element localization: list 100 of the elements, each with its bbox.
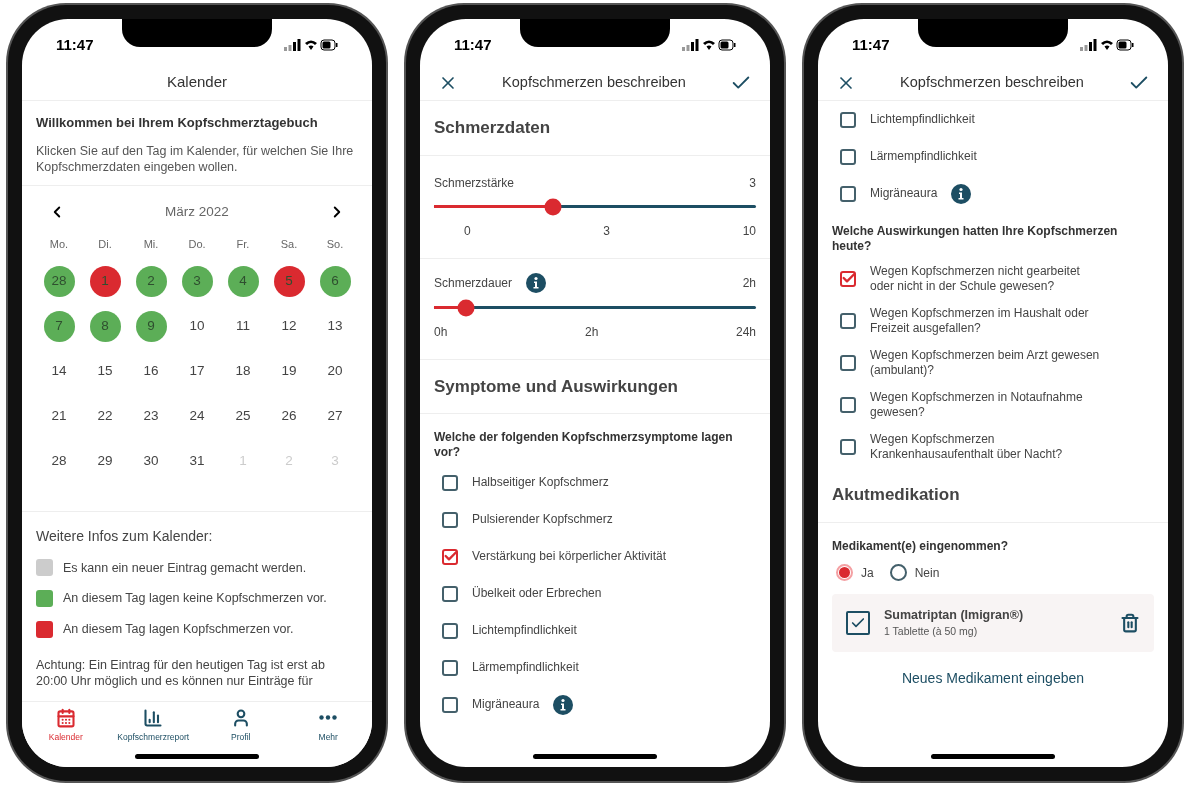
weekday-label: Do. <box>188 236 206 252</box>
day-cell[interactable]: 12 <box>273 310 305 342</box>
checkbox-label: Wegen Kopfschmerzen beim Arzt gewesen (ambulant)? <box>870 348 1100 378</box>
slider-thumb[interactable] <box>544 198 562 215</box>
checkbox-label: Wegen Kopfschmerzen Krankenhausaufenthalt über Nacht? <box>870 432 1064 462</box>
slider-tick-label: 2h <box>585 323 599 341</box>
slider-value: 2h <box>742 274 756 292</box>
day-cell[interactable]: 14 <box>43 355 75 387</box>
welcome-text: Klicken Sie auf den Tag im Kalender, für welchen Sie Ihre Kopfschmerzdaten eingeben wollen. <box>36 142 355 175</box>
month-label: März 2022 <box>165 202 229 221</box>
medication-checkbox[interactable] <box>846 610 870 635</box>
tab-bar-item[interactable]: Kopfschmerzreport <box>109 702 197 749</box>
section-heading: Schmerzdaten <box>434 118 551 137</box>
checkbox[interactable] <box>840 111 856 128</box>
legend-text: Es kann ein neuer Eintrag gemacht werden. <box>63 559 307 577</box>
screen-title: Kalender <box>166 72 227 93</box>
info-icon[interactable] <box>951 183 972 204</box>
checkbox-label: Wegen Kopfschmerzen in Notaufnahme gewesen? <box>870 390 1084 420</box>
slider-label: Schmerzdauer <box>434 274 513 292</box>
checkbox[interactable] <box>442 696 458 713</box>
checkbox[interactable] <box>442 585 458 602</box>
checkbox-label: Pulsierender Kopfschmerz <box>472 512 613 527</box>
checkbox-label: Migräneaura <box>472 697 540 712</box>
status-icons <box>284 39 338 51</box>
day-cell[interactable]: 11 <box>227 310 259 342</box>
question-text: Welche der folgenden Kopfschmerzsymptome lagen vor? <box>434 430 734 460</box>
add-medication-link[interactable]: Neues Medikament eingeben <box>901 668 1085 689</box>
weekday-label: Di. <box>98 236 112 252</box>
screen-title: Kopfschmerzen beschreiben <box>900 72 1084 92</box>
checkbox[interactable] <box>840 185 856 202</box>
day-cell[interactable]: 16 <box>135 355 167 387</box>
radio-button[interactable] <box>889 564 907 581</box>
checkbox[interactable] <box>442 548 458 565</box>
day-cell[interactable]: 19 <box>273 355 305 387</box>
checkbox[interactable] <box>840 439 856 455</box>
checkbox[interactable] <box>840 313 856 329</box>
status-time: 11:47 <box>454 34 492 55</box>
checkbox[interactable] <box>442 622 458 639</box>
checkbox-label: Lichtempfindlichkeit <box>472 623 577 638</box>
question-text: Welche Auswirkungen hatten Ihre Kopfschmerzen heute? <box>832 224 1119 254</box>
bar-chart-icon <box>143 707 164 728</box>
day-cell[interactable]: 15 <box>89 355 121 387</box>
day-cell[interactable]: 18 <box>227 355 259 387</box>
medication-dose: 1 Tablette (à 50 mg) <box>884 624 979 640</box>
slider-tick-label: 24h <box>735 323 756 341</box>
checkbox[interactable] <box>442 511 458 528</box>
checkbox-label: Lichtempfindlichkeit <box>870 112 975 127</box>
checkbox[interactable] <box>442 474 458 491</box>
radio-label: Nein <box>914 564 940 582</box>
checkbox-label: Lärmempfindlichkeit <box>870 149 977 164</box>
day-cell[interactable]: 21 <box>43 400 75 432</box>
info-icon[interactable] <box>553 694 574 715</box>
checkbox-label: Lärmempfindlichkeit <box>472 660 579 675</box>
question-text: Medikament(e) eingenommen? <box>832 538 1010 554</box>
slider-track[interactable] <box>434 298 756 317</box>
slider-track[interactable] <box>434 197 756 216</box>
legend-text: An diesem Tag lagen Kopfschmerzen vor. <box>63 621 294 638</box>
tab-bar-item[interactable]: Kalender <box>22 702 110 749</box>
checkbox[interactable] <box>840 148 856 165</box>
day-cell[interactable]: 25 <box>227 400 259 432</box>
checkbox[interactable] <box>442 659 458 676</box>
welcome-heading: Willkommen bei Ihrem Kopfschmerztagebuch <box>36 114 319 132</box>
checkbox-label: Verstärkung bei körperlicher Aktivität <box>472 549 667 564</box>
calendar-icon <box>55 707 76 728</box>
weekday-label: Sa. <box>280 236 298 252</box>
radio-label: Ja <box>861 564 874 582</box>
status-time: 11:47 <box>56 34 94 55</box>
info-icon[interactable] <box>526 272 547 293</box>
slider-tick-label: 10 <box>742 222 756 240</box>
status-icons <box>1080 39 1134 51</box>
day-cell[interactable]: 13 <box>319 310 351 342</box>
checkbox-label: Übelkeit oder Erbrechen <box>472 586 602 601</box>
weekday-label: So. <box>326 236 344 252</box>
checkbox[interactable] <box>840 271 856 287</box>
day-cell[interactable]: 28 <box>43 445 75 477</box>
day-cell[interactable]: 24 <box>181 400 213 432</box>
legend-text: An diesem Tag lagen keine Kopfschmerzen vor. <box>63 590 327 608</box>
checkbox[interactable] <box>840 355 856 371</box>
day-cell[interactable]: 10 <box>181 310 213 342</box>
day-cell[interactable]: 29 <box>89 445 121 477</box>
day-cell[interactable]: 22 <box>89 400 121 432</box>
day-cell[interactable]: 23 <box>135 400 167 432</box>
checkbox[interactable] <box>840 397 856 413</box>
slider-thumb[interactable] <box>457 299 475 316</box>
tab-bar-item[interactable]: Profil <box>197 702 285 749</box>
checkbox-label: Migräneaura <box>870 186 938 201</box>
radio-button[interactable] <box>836 564 853 581</box>
day-cell[interactable]: 30 <box>135 445 167 477</box>
day-cell[interactable]: 31 <box>181 445 213 477</box>
tab-bar-item[interactable]: Mehr <box>284 702 372 749</box>
section-heading: Symptome und Auswirkungen <box>434 376 678 396</box>
weekday-label: Mi. <box>143 236 159 252</box>
day-cell[interactable]: 27 <box>319 400 351 432</box>
slider-tick-label: 0h <box>434 323 448 341</box>
delete-button[interactable] <box>1120 612 1140 633</box>
day-cell[interactable]: 20 <box>319 355 351 387</box>
day-cell[interactable]: 26 <box>273 400 305 432</box>
day-cell[interactable]: 17 <box>181 355 213 387</box>
screen-title: Kopfschmerzen beschreiben <box>502 72 686 92</box>
slider-value: 3 <box>749 174 756 192</box>
